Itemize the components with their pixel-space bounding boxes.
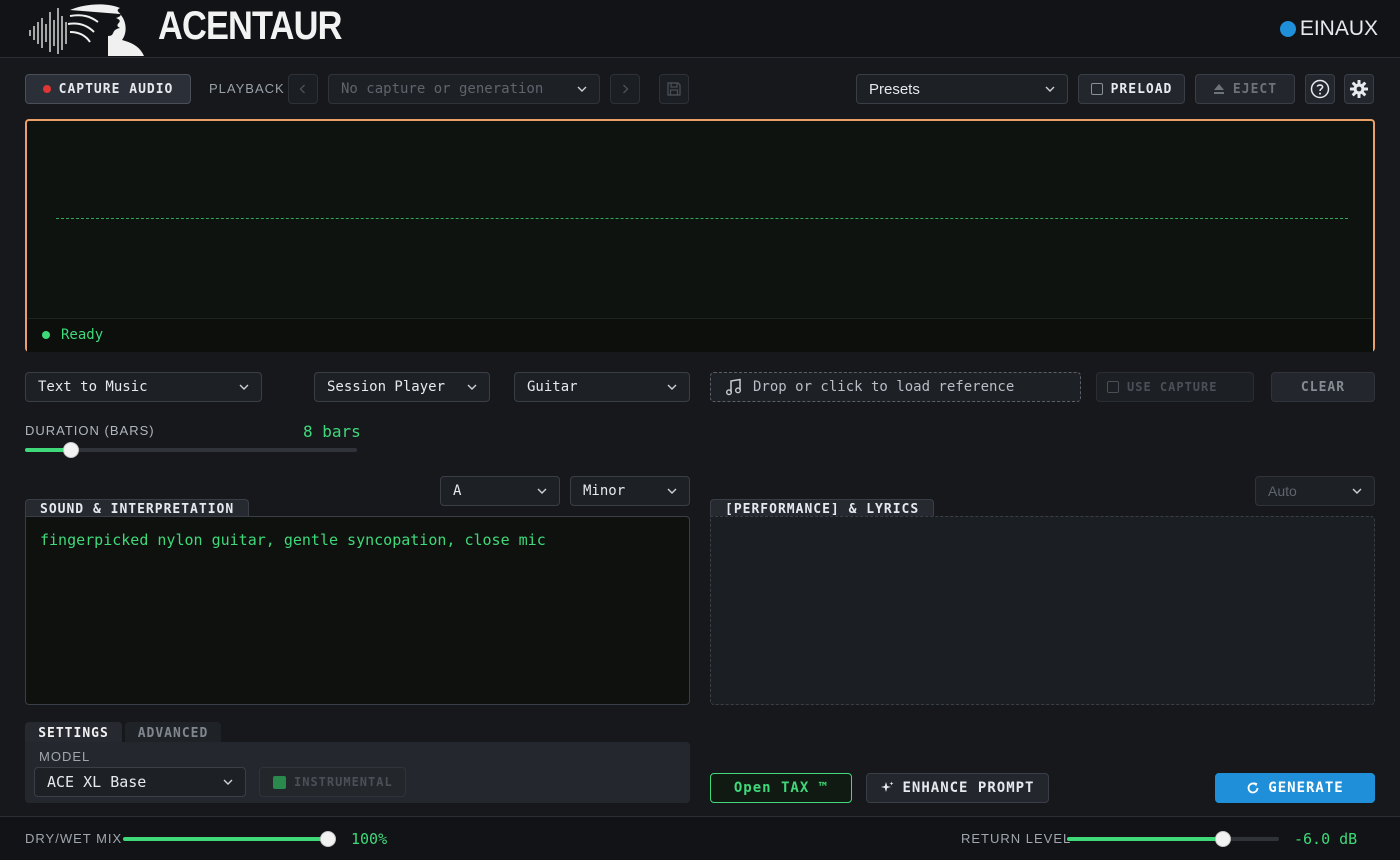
preload-toggle[interactable]: PRELOAD: [1078, 74, 1185, 104]
preload-label: PRELOAD: [1110, 81, 1173, 97]
language-select[interactable]: Auto: [1255, 476, 1375, 506]
drywet-value: 100%: [351, 830, 388, 848]
refresh-icon: [1247, 782, 1259, 794]
waveform-baseline: [56, 218, 1348, 219]
return-level-slider-thumb[interactable]: [1215, 831, 1231, 847]
drywet-label: DRY/WET MIX: [25, 831, 123, 846]
chevron-down-icon: [467, 384, 477, 390]
generate-button[interactable]: GENERATE: [1215, 773, 1375, 803]
sound-prompt-textarea[interactable]: fingerpicked nylon guitar, gentle syncop…: [25, 516, 690, 705]
enhance-prompt-button[interactable]: ENHANCE PROMPT: [866, 773, 1049, 803]
gear-icon: [1350, 80, 1368, 98]
instrumental-checkbox[interactable]: [273, 775, 286, 789]
history-select-value: No capture or generation: [341, 81, 544, 97]
status-bar: Ready: [27, 318, 1373, 352]
presets-select-value: Presets: [869, 80, 920, 98]
eject-button[interactable]: EJECT: [1195, 74, 1295, 104]
help-button[interactable]: [1305, 74, 1335, 104]
chevron-down-icon: [223, 779, 233, 785]
eject-icon: [1213, 84, 1224, 94]
instrument-select[interactable]: Guitar: [514, 372, 690, 402]
tab-settings[interactable]: SETTINGS: [25, 722, 122, 744]
partner-name: EINAUX: [1299, 17, 1378, 40]
partner-logo[interactable]: EINAUX: [1279, 17, 1378, 41]
chevron-down-icon: [667, 488, 677, 494]
return-level-slider-fill: [1067, 837, 1223, 841]
model-select[interactable]: ACE XL Base: [34, 767, 246, 797]
clear-button[interactable]: CLEAR: [1271, 372, 1375, 402]
chevron-down-icon: [537, 488, 547, 494]
music-note-icon: [726, 378, 741, 396]
reference-dropzone-text: Drop or click to load reference: [753, 379, 1015, 395]
drywet-slider-thumb[interactable]: [320, 831, 336, 847]
key-scale-select[interactable]: Minor: [570, 476, 690, 506]
return-level-value: -6.0 dB: [1294, 830, 1358, 848]
playback-label: PLAYBACK: [209, 81, 285, 96]
instrumental-toggle[interactable]: INSTRUMENTAL: [259, 767, 406, 797]
save-icon: [667, 82, 681, 96]
chevron-down-icon: [1045, 86, 1055, 92]
enhance-prompt-label: ENHANCE PROMPT: [902, 780, 1035, 796]
help-icon: [1310, 79, 1330, 99]
presets-select[interactable]: Presets: [856, 74, 1068, 104]
logo-art: [24, 2, 152, 58]
model-select-value: ACE XL Base: [47, 773, 147, 791]
capture-audio-button[interactable]: CAPTURE AUDIO: [25, 74, 191, 104]
status-dot-icon: [42, 331, 50, 339]
chevron-left-icon: [299, 84, 305, 94]
eject-label: EJECT: [1232, 81, 1278, 97]
preload-checkbox[interactable]: [1090, 83, 1103, 95]
status-text: Ready: [61, 327, 104, 343]
history-select[interactable]: No capture or generation: [328, 74, 600, 104]
mode-select[interactable]: Text to Music: [25, 372, 262, 402]
waveform-display[interactable]: Ready: [25, 119, 1375, 352]
lyrics-textarea[interactable]: [710, 516, 1375, 705]
settings-gear-button[interactable]: [1344, 74, 1374, 104]
instrument-select-value: Guitar: [527, 379, 578, 395]
next-button[interactable]: [610, 74, 640, 104]
instrumental-label: INSTRUMENTAL: [294, 775, 393, 789]
save-button[interactable]: [659, 74, 689, 104]
duration-value: 8 bars: [303, 422, 361, 441]
record-dot-icon: [42, 85, 51, 93]
tab-advanced[interactable]: ADVANCED: [125, 722, 221, 744]
chevron-down-icon: [577, 86, 587, 92]
drywet-slider-fill: [123, 837, 328, 841]
sparkle-icon: [881, 781, 894, 792]
use-capture-checkbox[interactable]: [1107, 381, 1119, 393]
duration-slider-thumb[interactable]: [63, 442, 79, 458]
return-level-label: RETURN LEVEL: [961, 831, 1072, 846]
key-root-value: A: [453, 483, 462, 499]
capture-audio-label: CAPTURE AUDIO: [58, 81, 174, 97]
key-root-select[interactable]: A: [440, 476, 560, 506]
generate-label: GENERATE: [1268, 780, 1344, 796]
duration-label: DURATION (BARS): [25, 423, 155, 438]
open-tax-button[interactable]: Open TAX ™: [710, 773, 852, 803]
reference-dropzone[interactable]: Drop or click to load reference: [710, 372, 1081, 402]
brand-title: ACENTAUR: [158, 4, 342, 48]
previous-button[interactable]: [288, 74, 318, 104]
partner-dot-icon: [1279, 21, 1296, 37]
language-select-value: Auto: [1268, 483, 1297, 499]
player-select[interactable]: Session Player: [314, 372, 490, 402]
chevron-down-icon: [1352, 488, 1362, 494]
key-scale-value: Minor: [583, 483, 626, 499]
model-label: MODEL: [39, 749, 91, 764]
use-capture-toggle[interactable]: USE CAPTURE: [1096, 372, 1254, 402]
mode-select-value: Text to Music: [38, 379, 148, 395]
chevron-down-icon: [239, 384, 249, 390]
chevron-right-icon: [623, 84, 629, 94]
player-select-value: Session Player: [327, 379, 446, 395]
chevron-down-icon: [667, 384, 677, 390]
use-capture-label: USE CAPTURE: [1127, 380, 1218, 394]
